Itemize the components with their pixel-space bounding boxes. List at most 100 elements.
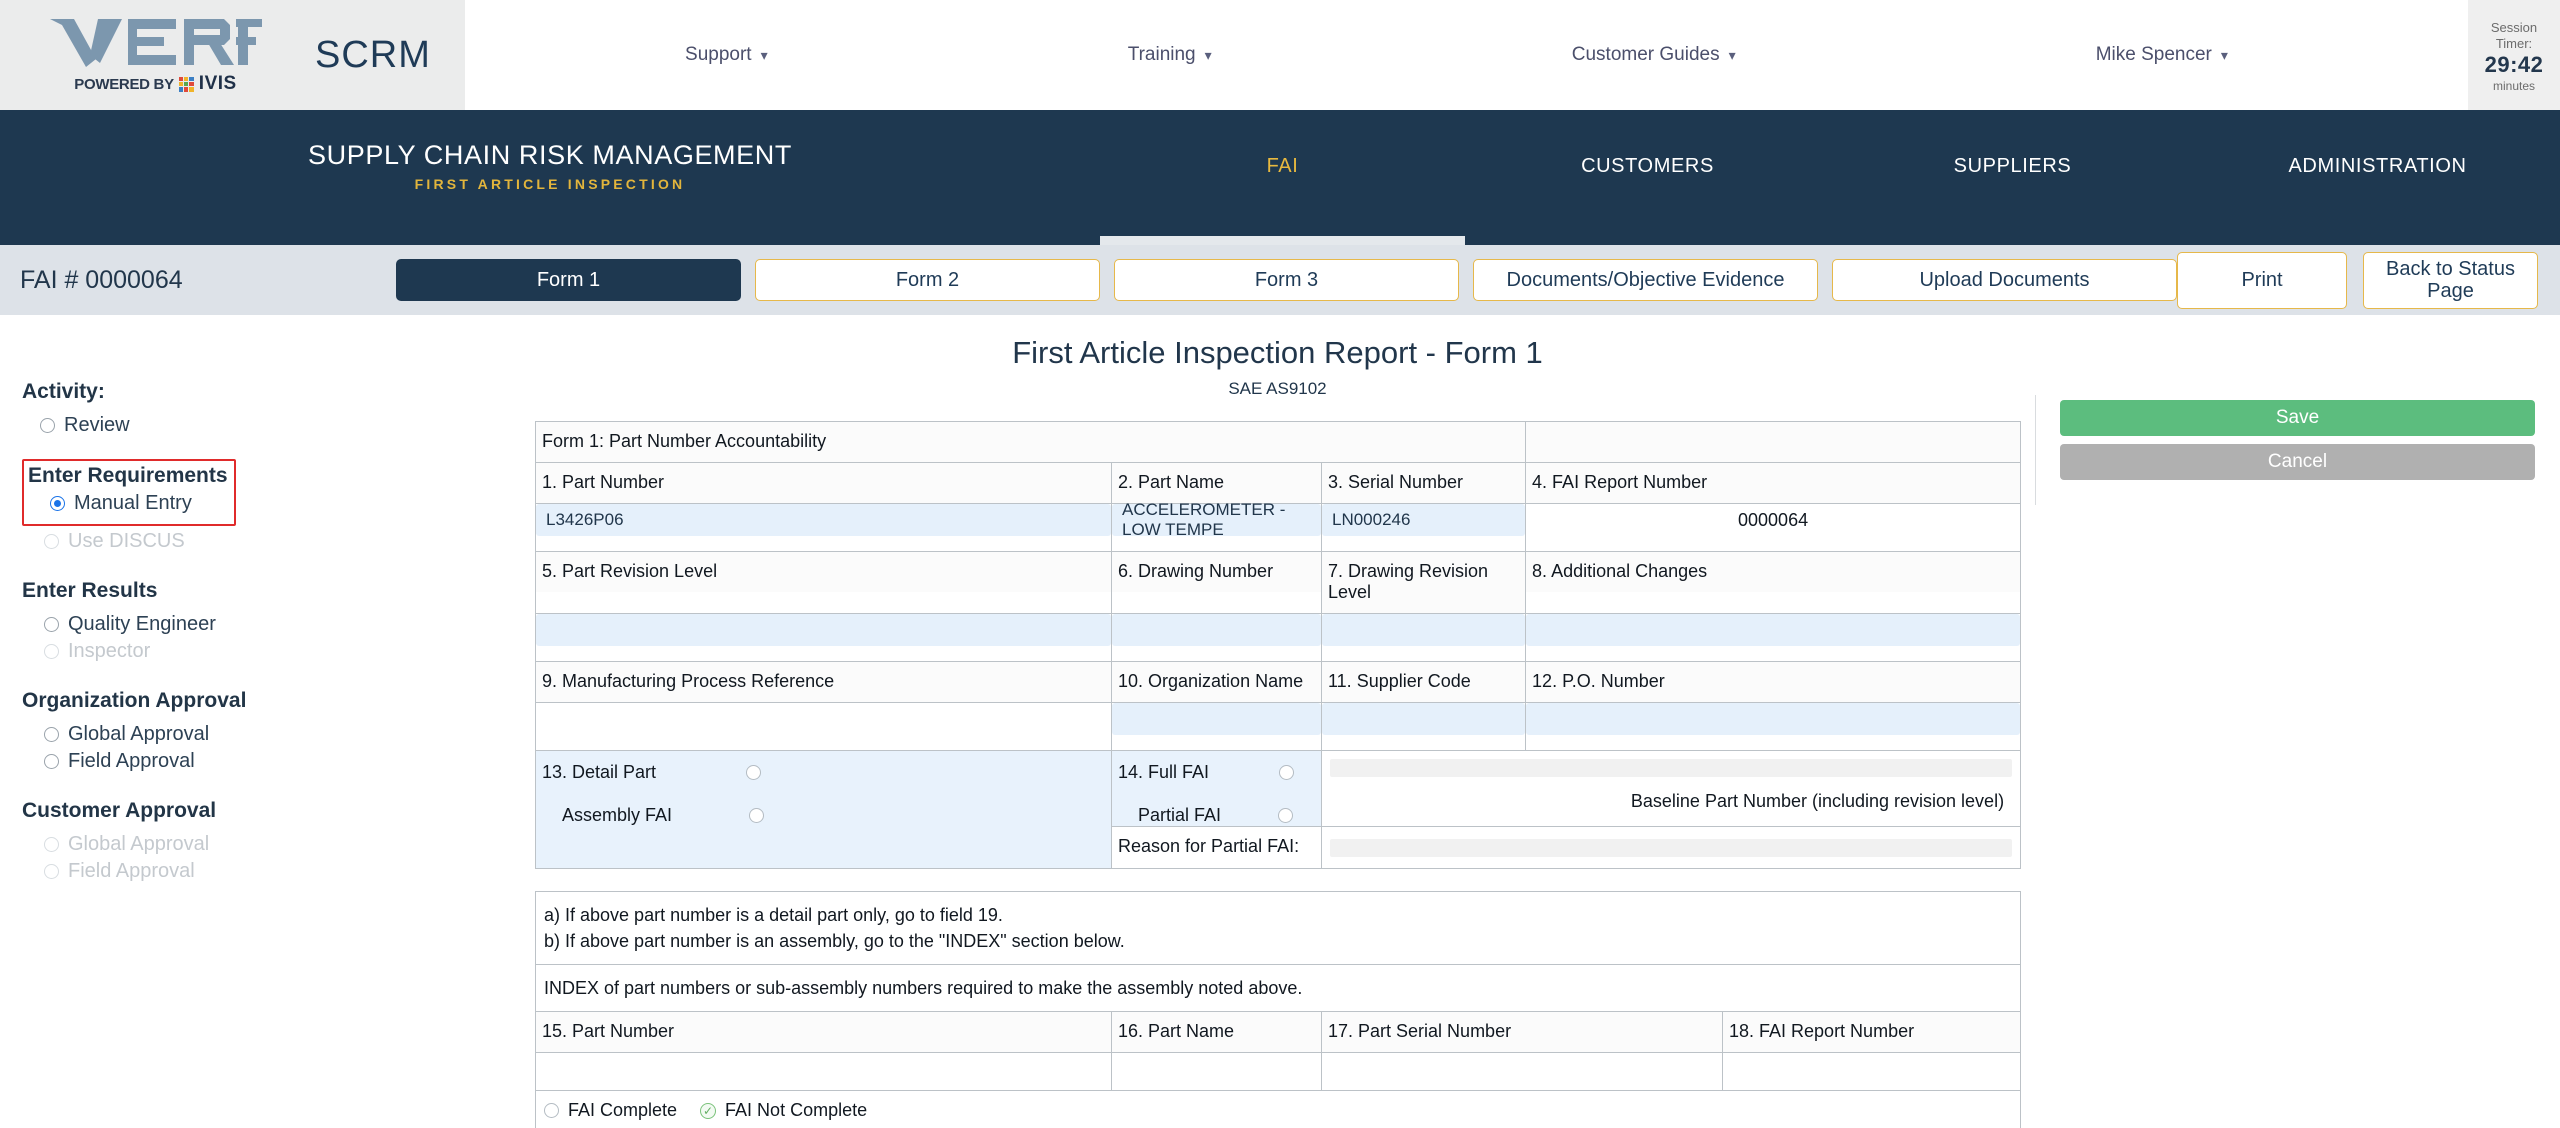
radio-quality-engineer-icon[interactable]: [44, 617, 59, 632]
radio-manual-entry-icon[interactable]: [50, 496, 65, 511]
use-discus-label: Use DISCUS: [68, 530, 185, 552]
input-part-name[interactable]: ACCELEROMETER - LOW TEMPE: [1112, 500, 1321, 539]
form-actions: Save Cancel: [2060, 400, 2535, 480]
tab-form-2[interactable]: Form 2: [755, 259, 1100, 301]
part-number-accountability-table: Form 1: Part Number Accountability 1. Pa…: [534, 421, 2022, 869]
table-row: L3426P06 ACCELEROMETER - LOW TEMPE LN000…: [535, 500, 2022, 552]
subnav-actions: Print Back to Status Page: [2177, 251, 2538, 309]
input-po-number[interactable]: [1526, 703, 2021, 735]
app-root: POWERED BY IVIS SCRM Support ▾ Training …: [0, 0, 2560, 1128]
partial-fai-row[interactable]: Partial FAI: [1118, 805, 1313, 826]
nav-item-suppliers[interactable]: SUPPLIERS: [1830, 110, 2195, 245]
header-part-name: 2. Part Name: [1112, 463, 1321, 503]
organization-approval-heading: Organization Approval: [22, 689, 247, 712]
input-additional-changes[interactable]: [1526, 614, 2021, 646]
back-to-status-page-button[interactable]: Back to Status Page: [2363, 251, 2538, 309]
topnav-user-label: Mike Spencer: [2095, 44, 2212, 65]
radio-fai-complete-icon[interactable]: [544, 1103, 559, 1119]
label-fai-complete: FAI Complete: [568, 1100, 678, 1121]
tab-form-1[interactable]: Form 1: [396, 259, 741, 301]
sub-nav: FAI # 0000064 Form 1 Form 2 Form 3 Docum…: [0, 245, 2560, 315]
radio-partial-fai-icon[interactable]: [1278, 808, 1294, 823]
input-organization-name[interactable]: [1112, 703, 1321, 735]
radio-fai-not-complete-icon[interactable]: ✓: [700, 1102, 717, 1119]
input-drawing-number[interactable]: [1112, 614, 1321, 646]
tab-upload-documents[interactable]: Upload Documents: [1832, 259, 2177, 301]
cell-index-fai-report-number[interactable]: [1723, 1053, 2020, 1071]
header-index-fai-report-number: 18. FAI Report Number: [1723, 1012, 2020, 1053]
topnav-item-user-menu[interactable]: Mike Spencer ▾: [2096, 44, 2228, 66]
sidebar-option-quality-engineer[interactable]: Quality Engineer: [22, 613, 342, 636]
cell-index-part-name[interactable]: [1112, 1053, 1321, 1071]
sidebar-option-org-global-approval[interactable]: Global Approval: [22, 723, 342, 746]
chevron-down-icon: ▾: [2220, 47, 2228, 63]
form-tabs: Form 1 Form 2 Form 3 Documents/Objective…: [396, 259, 2177, 301]
nav-item-fai[interactable]: FAI: [1100, 110, 1465, 245]
table-row: [535, 613, 2022, 662]
radio-cust-global-approval-icon: [44, 837, 59, 852]
header-manufacturing-process-reference: 9. Manufacturing Process Reference: [536, 662, 1111, 702]
quality-engineer-label: Quality Engineer: [68, 613, 216, 635]
table-row: 13. Detail Part Assembly FAI 14. Full FA…: [535, 750, 2022, 869]
sidebar-option-org-field-approval[interactable]: Field Approval: [22, 750, 342, 773]
full-fai-row[interactable]: 14. Full FAI: [1118, 762, 1313, 783]
topnav-customer-guides-label: Customer Guides: [1571, 44, 1720, 65]
form-title: First Article Inspection Report - Form 1: [1012, 335, 1543, 370]
tab-form-3[interactable]: Form 3: [1114, 259, 1459, 301]
note-a-b: a) If above part number is a detail part…: [536, 892, 2020, 964]
label-detail-part: 13. Detail Part: [542, 762, 657, 782]
radio-org-global-approval-icon[interactable]: [44, 727, 59, 742]
radio-org-field-approval-icon[interactable]: [44, 754, 59, 769]
input-manufacturing-process-reference[interactable]: [536, 703, 1111, 735]
app-title-block: SUPPLY CHAIN RISK MANAGEMENT FIRST ARTIC…: [0, 110, 1100, 192]
nav-item-customers[interactable]: CUSTOMERS: [1465, 110, 1830, 245]
top-nav: Support ▾ Training ▾ Customer Guides ▾ M…: [465, 0, 2468, 110]
input-baseline-part-number[interactable]: [1330, 759, 2013, 777]
topnav-item-training[interactable]: Training ▾: [1128, 44, 1212, 66]
session-timer-label-line1: Session: [2490, 19, 2538, 35]
cell-index-part-serial-number[interactable]: [1322, 1053, 1722, 1071]
topnav-item-customer-guides[interactable]: Customer Guides ▾: [1572, 44, 1736, 66]
input-part-number[interactable]: L3426P06: [536, 504, 1111, 536]
radio-assembly-fai-icon[interactable]: [749, 808, 765, 823]
session-timer-value: 29:42: [2484, 52, 2544, 78]
form-standard: SAE AS9102: [1228, 379, 1327, 398]
header-additional-changes: 8. Additional Changes: [1526, 552, 2021, 592]
detail-part-row[interactable]: 13. Detail Part: [542, 762, 1103, 783]
header-drawing-revision-level: 7. Drawing Revision Level: [1322, 552, 1526, 613]
sidebar-option-manual-entry[interactable]: Manual Entry: [28, 492, 228, 515]
header-supplier-code: 11. Supplier Code: [1322, 662, 1526, 702]
table-row: [535, 1052, 2021, 1092]
print-button[interactable]: Print: [2177, 251, 2347, 309]
cust-field-approval-label: Field Approval: [68, 860, 195, 882]
label-baseline-part-number: Baseline Part Number (including revision…: [1630, 791, 2005, 811]
header-fai-report-number: 4. FAI Report Number: [1526, 463, 2021, 503]
header-index-part-serial-number: 17. Part Serial Number: [1322, 1012, 1722, 1053]
cell-index-part-number[interactable]: [536, 1053, 1111, 1071]
org-field-approval-label: Field Approval: [68, 750, 195, 772]
sidebar-option-cust-field-approval: Field Approval: [22, 860, 342, 883]
cancel-button[interactable]: Cancel: [2060, 444, 2535, 480]
nav-item-administration[interactable]: ADMINISTRATION: [2195, 110, 2560, 245]
cust-global-approval-label: Global Approval: [68, 833, 210, 855]
form-area: First Article Inspection Report - Form 1…: [534, 335, 2022, 1128]
radio-detail-part-icon[interactable]: [746, 765, 762, 780]
section-header-blank: [1526, 422, 2021, 462]
header-part-revision-level: 5. Part Revision Level: [536, 552, 1111, 592]
radio-review-icon[interactable]: [40, 418, 55, 433]
topnav-item-support[interactable]: Support ▾: [685, 44, 768, 66]
input-reason-for-partial-fai[interactable]: [1330, 839, 2013, 857]
save-button[interactable]: Save: [2060, 400, 2535, 436]
product-name: SCRM: [315, 33, 431, 76]
assembly-fai-row[interactable]: Assembly FAI: [542, 805, 1103, 826]
input-drawing-revision-level[interactable]: [1322, 614, 1526, 646]
sidebar-option-review[interactable]: Review: [22, 414, 342, 437]
tab-documents-objective-evidence[interactable]: Documents/Objective Evidence: [1473, 259, 1818, 301]
input-serial-number[interactable]: LN000246: [1322, 504, 1526, 536]
radio-full-fai-icon[interactable]: [1279, 765, 1295, 780]
table-row: [535, 702, 2022, 751]
session-timer-label-line2: Timer:: [2495, 35, 2533, 51]
input-part-revision-level[interactable]: [536, 614, 1111, 646]
topnav-training-label: Training: [1127, 44, 1196, 65]
input-supplier-code[interactable]: [1322, 703, 1526, 735]
